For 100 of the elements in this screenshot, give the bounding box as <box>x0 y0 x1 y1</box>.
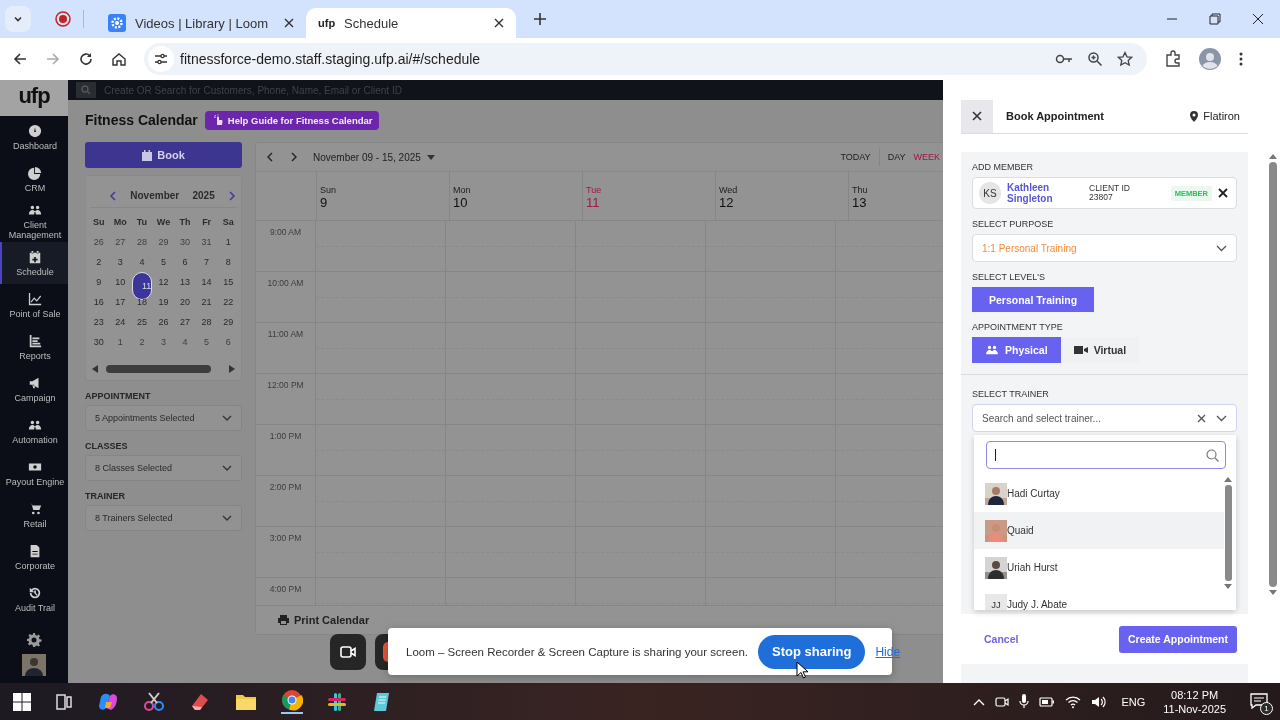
stop-sharing-button[interactable]: Stop sharing <box>758 634 866 669</box>
filter-select[interactable]: 5 Appointments Selected <box>85 405 242 431</box>
calendar-day[interactable]: 17 <box>110 292 131 312</box>
back-arrow-icon[interactable] <box>12 51 28 67</box>
calendar-day[interactable]: 8 <box>218 252 239 272</box>
filter-select[interactable]: 8 Trainers Selected <box>85 505 242 531</box>
calendar-day[interactable]: 22 <box>218 292 239 312</box>
calendar-day[interactable]: 7 <box>196 252 217 272</box>
key-icon[interactable] <box>1055 52 1073 66</box>
clock-time[interactable]: 08:12 PM <box>1171 687 1219 702</box>
camera-icon[interactable] <box>995 694 1010 709</box>
year-label[interactable]: 2025 <box>192 190 215 201</box>
calendar-day[interactable]: 26 <box>88 232 109 252</box>
chevron-left-icon[interactable] <box>109 190 117 201</box>
calendar-day[interactable]: 4 <box>175 332 196 352</box>
restore-icon[interactable] <box>1209 13 1221 25</box>
calendar-day[interactable]: 9 <box>88 272 109 292</box>
appointment-type-button[interactable]: Physical <box>972 337 1061 363</box>
trainer-option[interactable]: JJ Judy J. Abate <box>974 586 1224 610</box>
close-button[interactable] <box>961 99 993 133</box>
help-guide-button[interactable]: Help Guide for Fitness Calendar <box>204 110 380 130</box>
arrow-up-icon[interactable] <box>1269 154 1277 159</box>
calendar-day[interactable]: 6 <box>218 332 239 352</box>
level-button[interactable]: Personal Training <box>972 287 1095 312</box>
calendar-day[interactable]: 11 <box>131 272 152 300</box>
chevron-right-icon[interactable] <box>228 190 236 201</box>
zoom-icon[interactable] <box>1087 51 1103 67</box>
nav-item[interactable]: Payout Engine <box>0 452 68 494</box>
month-label[interactable]: November <box>130 190 180 201</box>
puzzle-icon[interactable] <box>1164 50 1182 68</box>
chevron-down-icon[interactable] <box>1216 414 1227 422</box>
close-icon[interactable] <box>1252 13 1264 25</box>
arrow-right-icon[interactable] <box>229 365 235 373</box>
home-icon[interactable] <box>111 51 127 67</box>
cancel-button[interactable]: Cancel <box>984 633 1019 645</box>
calendar-day[interactable]: 25 <box>131 312 152 332</box>
nav-item[interactable]: Corporate <box>0 536 68 578</box>
nav-item[interactable]: CRM <box>0 158 68 200</box>
calendar-day[interactable]: 30 <box>175 232 196 252</box>
view-button[interactable]: TODAY <box>840 152 871 162</box>
arrow-up-icon[interactable] <box>1224 477 1232 482</box>
view-button[interactable]: WEEK <box>913 152 940 162</box>
microphone-icon[interactable] <box>1019 694 1030 709</box>
calendar-day[interactable]: 19 <box>153 292 174 312</box>
calendar-day[interactable]: 12 <box>153 272 174 292</box>
calendar-day[interactable]: 1 <box>218 232 239 252</box>
clear-icon[interactable] <box>1197 413 1206 423</box>
close-icon[interactable] <box>1218 188 1228 198</box>
trainer-select[interactable]: Search and select trainer... <box>972 404 1237 432</box>
calendar-day[interactable]: 6 <box>175 252 196 272</box>
forward-arrow-icon[interactable] <box>45 51 61 67</box>
calendar-day[interactable]: 30 <box>88 332 109 352</box>
calendar-day[interactable]: 15 <box>218 272 239 292</box>
avatar-icon[interactable] <box>22 654 46 676</box>
calendar-day[interactable]: 28 <box>196 312 217 332</box>
nav-item[interactable]: Campaign <box>0 368 68 410</box>
calendar-day[interactable]: 24 <box>110 312 131 332</box>
notification-icon[interactable] <box>1250 692 1268 709</box>
calendar-day[interactable]: 3 <box>153 332 174 352</box>
clock-date[interactable]: 11-Nov-2025 <box>1163 701 1226 716</box>
reload-icon[interactable] <box>78 51 94 67</box>
speaker-icon[interactable] <box>1091 694 1108 709</box>
nav-item[interactable]: Audit Trail <box>0 578 68 620</box>
calendar-day[interactable]: 4 <box>131 252 152 272</box>
nav-item[interactable]: Client Management <box>0 200 68 242</box>
calendar-day[interactable]: 5 <box>196 332 217 352</box>
calendar-day[interactable]: 5 <box>153 252 174 272</box>
record-icon[interactable] <box>55 11 71 27</box>
address-bar[interactable]: fitnessforce-demo.staff.staging.ufp.ai/#/schedule <box>144 43 1147 75</box>
nav-item[interactable]: Reports <box>0 326 68 368</box>
calendar-day[interactable]: 2 <box>131 332 152 352</box>
trainer-option[interactable]: Quaid <box>974 512 1224 549</box>
filter-select[interactable]: 8 Classes Selected <box>85 455 242 481</box>
language-indicator[interactable]: ENG <box>1121 695 1146 708</box>
nav-item[interactable]: Automation <box>0 410 68 452</box>
book-button[interactable]: Book <box>85 142 242 168</box>
nav-item[interactable]: Retail <box>0 494 68 536</box>
purpose-select[interactable]: 1:1 Personal Training <box>972 234 1237 262</box>
scissors-icon[interactable] <box>143 690 165 713</box>
calendar-day[interactable]: 31 <box>196 232 217 252</box>
browser-tab[interactable]: ufp Schedule <box>306 8 516 38</box>
nav-item[interactable]: Dashboard <box>0 116 68 158</box>
menu-icon[interactable] <box>1238 51 1244 67</box>
calendar-day[interactable]: 14 <box>196 272 217 292</box>
calendar-day[interactable]: 1 <box>110 332 131 352</box>
chevron-left-icon[interactable] <box>265 152 275 162</box>
calendar-day[interactable]: 10 <box>110 272 131 292</box>
arrow-down-icon[interactable] <box>1224 584 1232 589</box>
calendar-day[interactable]: 26 <box>153 312 174 332</box>
print-calendar-button[interactable]: Print Calendar <box>278 614 370 626</box>
chevron-up-icon[interactable] <box>973 697 986 706</box>
browser-tab[interactable]: Videos | Library | Loom <box>96 8 306 38</box>
hash-icon[interactable] <box>327 691 347 712</box>
arrow-left-icon[interactable] <box>92 365 98 373</box>
site-settings-icon[interactable] <box>148 46 174 72</box>
calendar-day[interactable]: 29 <box>218 312 239 332</box>
star-icon[interactable] <box>1117 51 1133 67</box>
calendar-day[interactable]: 27 <box>175 312 196 332</box>
wifi-icon[interactable] <box>1065 694 1082 709</box>
create-appointment-button[interactable]: Create Appointment <box>1119 625 1237 653</box>
